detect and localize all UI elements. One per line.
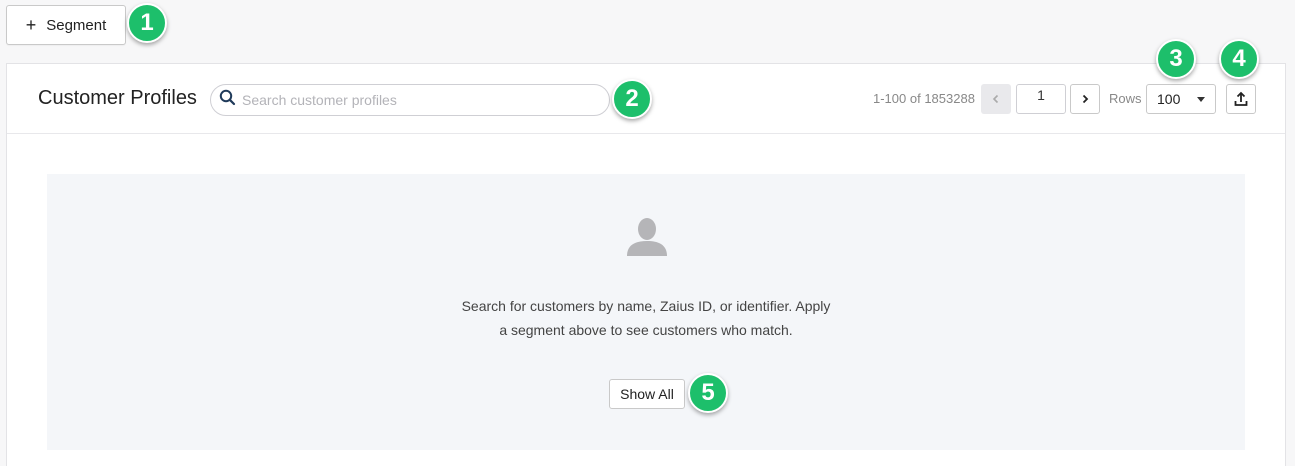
empty-state-message: Search for customers by name, Zaius ID, … [47, 294, 1245, 342]
person-icon [625, 214, 669, 263]
page-number-input[interactable]: 1 [1016, 84, 1066, 114]
empty-state-line-1: Search for customers by name, Zaius ID, … [461, 298, 831, 314]
prev-page-button[interactable] [981, 84, 1011, 114]
search-icon [219, 89, 236, 111]
search-box[interactable] [210, 84, 610, 116]
chevron-down-icon [1197, 96, 1205, 102]
export-button[interactable] [1226, 84, 1256, 114]
chevron-right-icon [1082, 94, 1089, 104]
show-all-button[interactable]: Show All [609, 379, 685, 409]
next-page-button[interactable] [1070, 84, 1100, 114]
search-input[interactable] [242, 92, 582, 108]
add-segment-label: Segment [46, 16, 107, 34]
callout-badge-5: 5 [688, 373, 728, 413]
callout-badge-1: 1 [127, 3, 167, 43]
callout-badge-3: 3 [1156, 39, 1196, 79]
page-title: Customer Profiles [38, 87, 197, 109]
customer-profiles-panel: Customer Profiles 1-100 of 1853288 1 Row… [6, 63, 1286, 466]
plus-icon: + [25, 15, 37, 35]
pagination-range: 1-100 of 1853288 [873, 91, 975, 106]
export-icon [1234, 91, 1248, 106]
empty-state-line-2: a segment above to see customers who mat… [499, 322, 793, 338]
rows-label: Rows [1109, 91, 1142, 106]
add-segment-button[interactable]: + Segment [6, 5, 126, 45]
rows-per-page-select[interactable]: 100 [1146, 84, 1216, 114]
callout-badge-4: 4 [1219, 39, 1259, 79]
rows-per-page-value: 100 [1157, 91, 1181, 107]
chevron-left-icon [992, 94, 999, 104]
callout-badge-2: 2 [612, 79, 652, 119]
empty-state: Search for customers by name, Zaius ID, … [47, 174, 1245, 450]
